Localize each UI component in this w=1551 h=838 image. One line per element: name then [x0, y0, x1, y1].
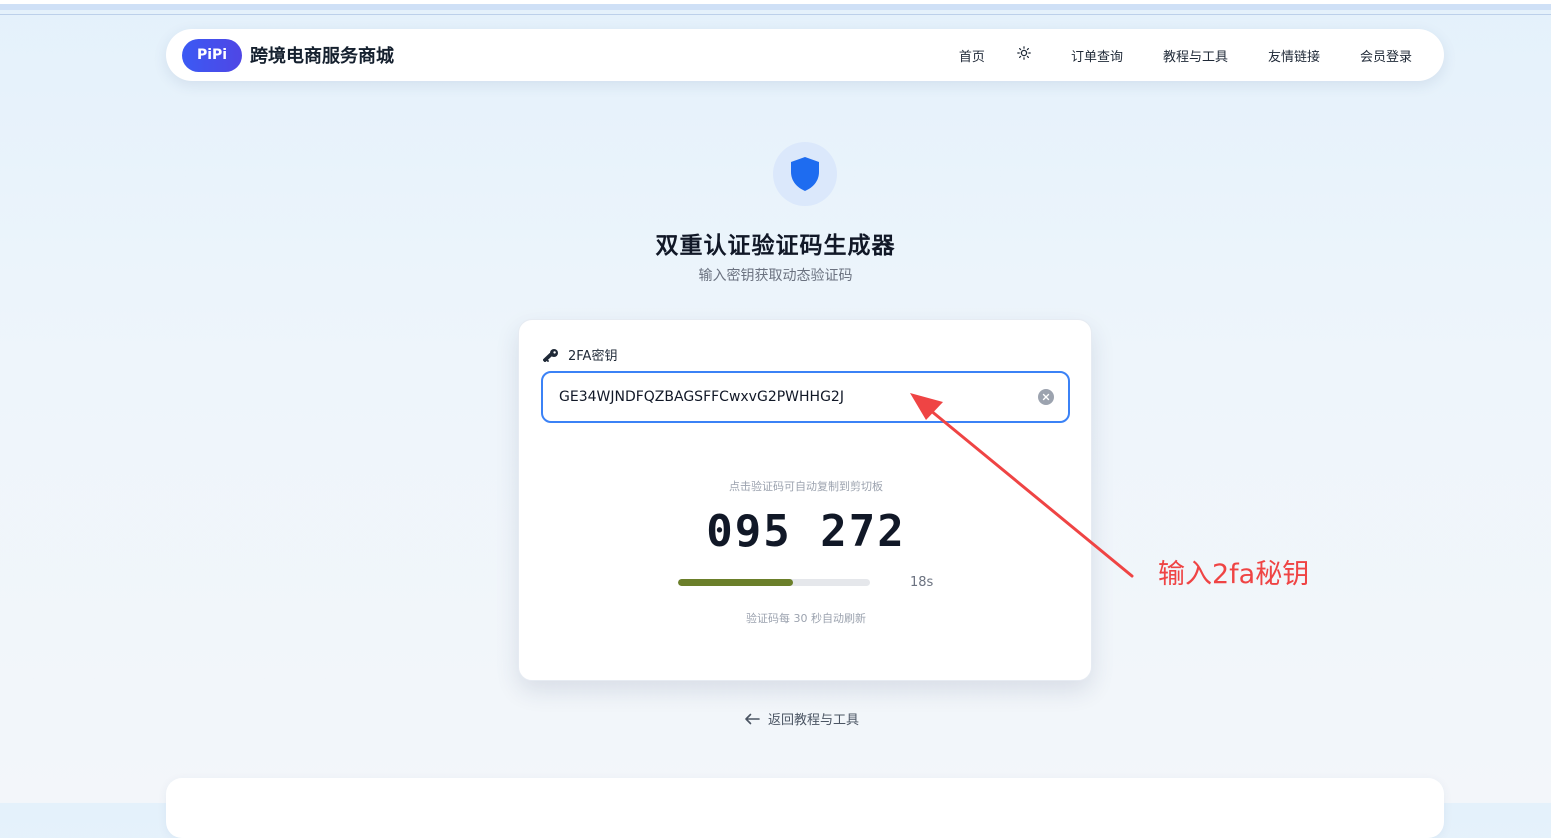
annotation-text: 输入2fa秘钥 — [1158, 559, 1310, 590]
annotation-arrow — [910, 393, 1134, 578]
footer-card — [166, 778, 1444, 838]
